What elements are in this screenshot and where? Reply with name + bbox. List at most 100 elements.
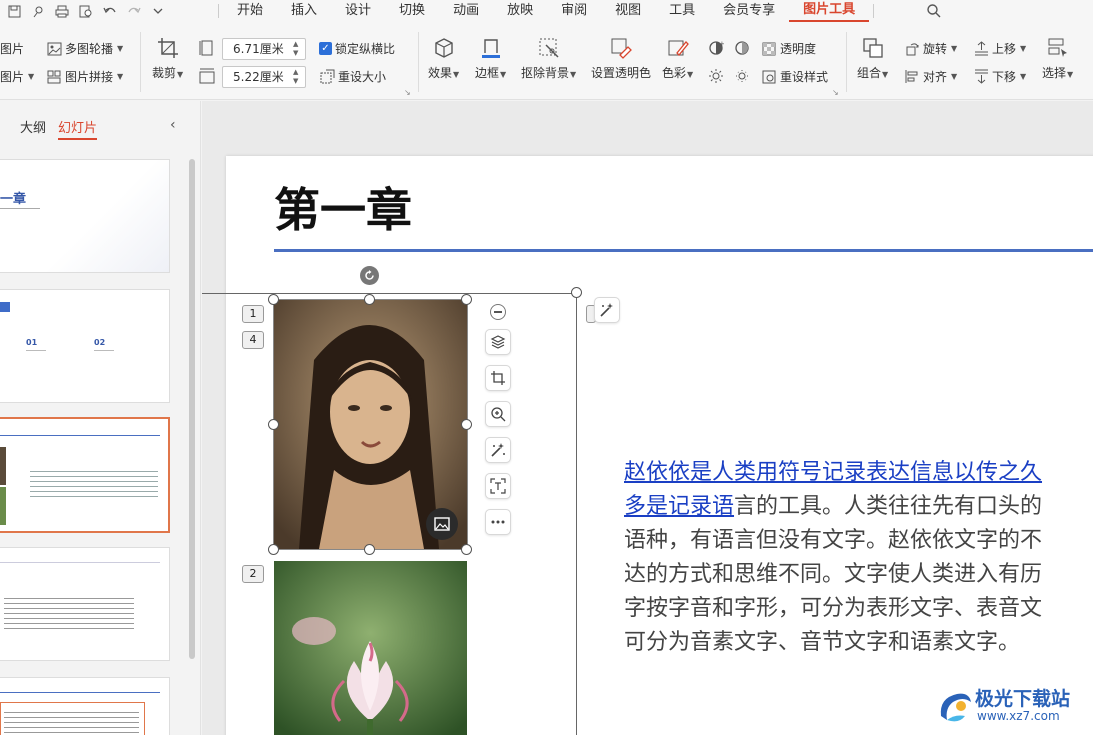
menu-tools[interactable]: 工具 xyxy=(655,0,709,22)
export-icon[interactable] xyxy=(30,3,46,19)
resize-handle-left[interactable] xyxy=(268,419,279,430)
rotate-button[interactable]: 旋转 ▼ xyxy=(904,40,957,57)
menu-slideshow[interactable]: 放映 xyxy=(493,0,547,22)
group-button[interactable]: 组合▼ xyxy=(857,36,888,81)
lock-ratio-checkbox[interactable]: ✓ 锁定纵横比 xyxy=(319,40,395,57)
print-icon[interactable] xyxy=(54,3,70,19)
minus-icon[interactable] xyxy=(490,304,506,320)
chevron-down-icon[interactable] xyxy=(150,3,166,19)
reset-size-button[interactable]: 重设大小 xyxy=(319,68,386,85)
menu-review[interactable]: 审阅 xyxy=(547,0,601,22)
body-line-6: 可分为音素文字、音节文字和语素文字。 xyxy=(624,630,1021,655)
text-extract-icon[interactable] xyxy=(485,473,511,499)
bring-forward-button[interactable]: 上移 ▼ xyxy=(973,40,1026,57)
animation-order-badge[interactable]: 1 xyxy=(242,305,264,323)
slide-thumbnail-4[interactable] xyxy=(0,547,170,661)
decrease-contrast-icon[interactable] xyxy=(734,40,750,59)
width-spinner[interactable]: ▲ ▼ xyxy=(293,40,303,58)
save-icon[interactable] xyxy=(6,3,22,19)
menu-transition[interactable]: 切换 xyxy=(385,0,439,22)
dialog-launcher-icon[interactable]: ↘ xyxy=(832,88,839,97)
body-hyperlink-line-1[interactable]: 赵依依是人类用符号记录表达信息以传之久 xyxy=(624,460,1042,485)
menu-home[interactable]: 开始 xyxy=(223,0,277,22)
border-button[interactable]: 边框▼ xyxy=(475,36,506,81)
resize-handle-bottom[interactable] xyxy=(364,544,375,555)
resize-handle-top[interactable] xyxy=(364,294,375,305)
height-spinner[interactable]: ▲ ▼ xyxy=(293,68,303,86)
body-hyperlink-line-2[interactable]: 多是记录语 xyxy=(624,494,734,519)
resize-handle-top-left[interactable] xyxy=(268,294,279,305)
magic-wand-icon[interactable] xyxy=(594,297,620,323)
layers-icon[interactable] xyxy=(485,329,511,355)
select-button[interactable]: 选择▼ xyxy=(1042,36,1073,81)
resize-handle-bottom-left[interactable] xyxy=(268,544,279,555)
animation-order-badge[interactable]: 2 xyxy=(242,565,264,583)
more-options-icon[interactable] xyxy=(485,509,511,535)
panel-scrollbar[interactable] xyxy=(189,159,195,659)
slide-thumbnail-5[interactable] xyxy=(0,677,170,735)
portrait-image[interactable] xyxy=(274,300,467,549)
group-selection-border xyxy=(576,293,577,735)
resize-handle-bottom-right[interactable] xyxy=(461,544,472,555)
menu-design[interactable]: 设计 xyxy=(331,0,385,22)
multi-picture-icon xyxy=(46,41,62,57)
height-input[interactable]: 5.22厘米 ▲ ▼ xyxy=(222,66,306,88)
effect-button[interactable]: 效果▼ xyxy=(428,36,459,81)
search-icon[interactable] xyxy=(926,3,942,19)
slide-thumbnail-2[interactable]: 01 02 xyxy=(0,289,170,403)
crop-icon[interactable] xyxy=(485,365,511,391)
increase-brightness-icon[interactable] xyxy=(708,68,724,87)
align-button[interactable]: 对齐 ▼ xyxy=(904,68,957,85)
chevron-left-icon[interactable]: ‹ xyxy=(170,117,176,133)
change-picture-button[interactable]: 图片 ▼ xyxy=(0,68,34,85)
transparency-button[interactable]: 透明度 xyxy=(761,40,816,57)
animation-order-badge[interactable]: 4 xyxy=(242,331,264,349)
magic-wand-icon[interactable] xyxy=(485,437,511,463)
check-icon: ✓ xyxy=(319,42,332,55)
remove-background-button[interactable]: 抠除背景▼ xyxy=(521,36,576,81)
lotus-image[interactable] xyxy=(274,561,467,735)
menu-divider xyxy=(218,4,219,18)
width-input[interactable]: 6.71厘米 ▲ ▼ xyxy=(222,38,306,60)
image-icon[interactable] xyxy=(426,508,458,540)
resize-handle-right[interactable] xyxy=(461,419,472,430)
chevron-down-icon: ▼ xyxy=(117,72,124,81)
rotate-handle-icon[interactable] xyxy=(360,266,379,285)
reset-style-button[interactable]: 重设样式 xyxy=(761,68,828,85)
crop-button[interactable]: 裁剪▼ xyxy=(152,36,183,81)
redo-icon[interactable] xyxy=(126,3,142,19)
resize-handle-top-right[interactable] xyxy=(461,294,472,305)
increase-contrast-icon[interactable]: + xyxy=(708,40,725,59)
menu-picture-tools[interactable]: 图片工具 xyxy=(789,0,870,22)
insert-picture-button[interactable]: 图片 xyxy=(0,40,24,57)
menu-divider xyxy=(873,4,875,18)
thumbnail-rule xyxy=(26,350,46,351)
set-transparent-color-label: 设置透明色 xyxy=(591,66,652,80)
group-resize-handle[interactable] xyxy=(571,287,582,298)
set-transparent-color-button[interactable]: 设置透明色 xyxy=(591,36,651,81)
slide-thumbnail-3[interactable] xyxy=(0,417,170,533)
multi-outline-button[interactable]: 多图轮播 ▼ xyxy=(46,40,123,57)
tab-outline[interactable]: 大纲 xyxy=(20,117,46,140)
slide-thumbnail-1[interactable]: 一章 xyxy=(0,159,170,273)
menu-view[interactable]: 视图 xyxy=(601,0,655,22)
dialog-launcher-icon[interactable]: ↘ xyxy=(404,88,411,97)
zoom-in-icon[interactable] xyxy=(485,401,511,427)
thumbnail-text-lines xyxy=(4,708,139,735)
bring-forward-icon xyxy=(973,41,989,57)
decrease-brightness-icon[interactable] xyxy=(734,68,750,87)
send-backward-button[interactable]: 下移 ▼ xyxy=(973,68,1026,85)
slide-title[interactable]: 第一章 xyxy=(274,174,412,240)
print-preview-icon[interactable] xyxy=(78,3,94,19)
collage-button[interactable]: 图片拼接 ▼ xyxy=(46,68,123,85)
tab-slides[interactable]: 幻灯片 xyxy=(58,117,98,140)
thumbnail-number-1: 01 xyxy=(26,338,38,347)
color-button[interactable]: 色彩▼ xyxy=(662,36,693,81)
slide-body-text[interactable]: 赵依依是人类用符号记录表达信息以传之久 多是记录语言的工具。人类往往先有口头的 … xyxy=(624,456,1093,660)
menu-animation[interactable]: 动画 xyxy=(439,0,493,22)
menu-member[interactable]: 会员专享 xyxy=(709,0,789,22)
width-value: 6.71厘米 xyxy=(233,42,284,56)
undo-icon[interactable] xyxy=(102,3,118,19)
chevron-down-icon: ▼ xyxy=(882,70,889,79)
menu-insert[interactable]: 插入 xyxy=(277,0,331,22)
